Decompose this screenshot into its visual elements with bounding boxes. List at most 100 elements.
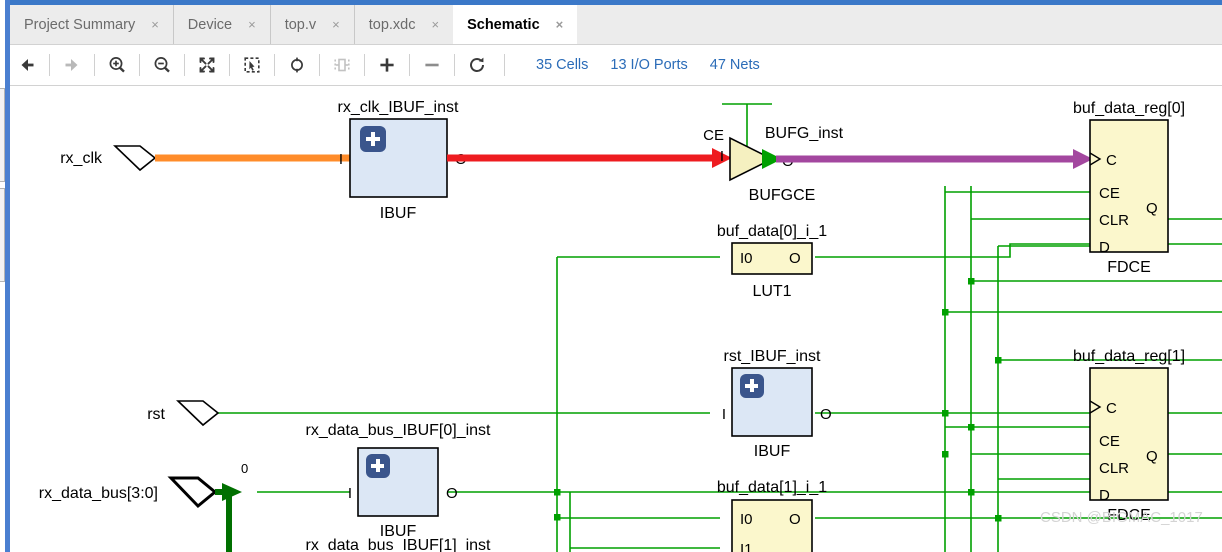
- pin-label-i0: I0: [740, 511, 753, 528]
- port-arrow-rx-clk: [113, 145, 157, 172]
- cell-type-label: IBUF: [754, 443, 791, 460]
- cell-buf-data-0-i-1[interactable]: buf_data[0]_i_1 I0 O LUT1: [717, 223, 827, 300]
- toolbar-separator: [319, 54, 320, 76]
- zoom-out-icon: [154, 57, 170, 73]
- toolbar-separator: [364, 54, 365, 76]
- pin-label-clr: CLR: [1099, 460, 1129, 477]
- toolbar-separator: [409, 54, 410, 76]
- watermark: CSDN @BIGMAC_1017: [1040, 509, 1203, 526]
- tab-label: Project Summary: [24, 17, 136, 33]
- tab-top-v[interactable]: top.v ×: [269, 5, 354, 45]
- tab-device[interactable]: Device ×: [172, 5, 270, 45]
- pin-label-o: O: [789, 511, 801, 528]
- arrow-right-icon: [65, 59, 78, 71]
- crosshair-icon: [291, 57, 303, 73]
- tab-project-summary[interactable]: Project Summary ×: [10, 5, 173, 45]
- pin-label-d: D: [1099, 487, 1110, 504]
- zoom-area-icon: [244, 57, 260, 73]
- plus-icon: [371, 132, 375, 146]
- collapse-cone-button[interactable]: [415, 48, 449, 82]
- cell-inst-label: rx_data_bus_IBUF[1]_inst: [306, 537, 492, 552]
- net-junction: [942, 309, 949, 316]
- tab-label: top.xdc: [368, 17, 416, 33]
- port-arrow-rx-data-bus: [167, 476, 218, 509]
- toolbar-separator: [139, 54, 140, 76]
- net-junction: [995, 515, 1002, 522]
- toolbar-separator: [274, 54, 275, 76]
- plus-icon: [750, 379, 754, 392]
- zoom-out-button[interactable]: [145, 48, 179, 82]
- port-label-rst: rst: [147, 406, 165, 423]
- tab-top-xdc[interactable]: top.xdc ×: [353, 5, 454, 45]
- close-icon[interactable]: ×: [151, 17, 173, 34]
- cell-rst-ibuf-inst[interactable]: rst_IBUF_inst I O IBUF: [722, 348, 832, 460]
- toolbar-separator: [504, 54, 505, 76]
- port-rx-clk-group[interactable]: rx_clk: [60, 145, 157, 172]
- pin-label-ce: CE: [1099, 185, 1120, 202]
- close-icon[interactable]: ×: [432, 17, 454, 34]
- close-icon[interactable]: ×: [332, 17, 354, 34]
- net-junction: [554, 489, 561, 496]
- nets-count[interactable]: 47 Nets: [710, 57, 760, 73]
- toolbar-separator: [454, 54, 455, 76]
- io-ports-count[interactable]: 13 I/O Ports: [610, 57, 687, 73]
- cell-inst-label: buf_data_reg[1]: [1073, 348, 1185, 365]
- zoom-in-button[interactable]: [100, 48, 134, 82]
- schematic-window: Project Summary × Device × top.v × top.x…: [0, 0, 1222, 552]
- toolbar-separator: [184, 54, 185, 76]
- net-junction: [942, 451, 949, 458]
- cell-type-label: LUT1: [752, 283, 791, 300]
- tab-schematic[interactable]: Schematic ×: [453, 5, 578, 45]
- cell-buf-data-reg-0[interactable]: buf_data_reg[0] C CE CLR D Q FDCE: [1073, 100, 1185, 276]
- net-global-clock[interactable]: [776, 149, 1093, 169]
- cell-type-label: FDCE: [1107, 259, 1151, 276]
- autofit-selection-button[interactable]: [325, 48, 359, 82]
- cell-inst-label: buf_data_reg[0]: [1073, 100, 1185, 117]
- cell-buf-data-1-i-1[interactable]: buf_data[1]_i_1 I0 I1 O: [717, 479, 827, 552]
- pin-label-o: O: [446, 485, 458, 502]
- close-icon[interactable]: ×: [248, 17, 270, 34]
- zoom-area-button[interactable]: [235, 48, 269, 82]
- pin-label-o: O: [820, 406, 832, 423]
- net-rx-data-bus[interactable]: 0: [215, 461, 248, 552]
- toolbar-separator: [229, 54, 230, 76]
- tab-label: top.v: [284, 17, 317, 33]
- zoom-fit-button[interactable]: [190, 48, 224, 82]
- port-rx-data-bus-group[interactable]: rx_data_bus[3:0]: [39, 476, 218, 509]
- port-label-rx-data-bus: rx_data_bus[3:0]: [39, 485, 158, 502]
- cell-inst-label: rx_clk_IBUF_inst: [338, 99, 459, 116]
- expand-cone-button[interactable]: [370, 48, 404, 82]
- cell-bufg-inst[interactable]: BUFG_inst CE I O BUFGCE: [703, 125, 844, 204]
- pin-label-i: I: [720, 148, 724, 165]
- net-junction: [968, 278, 975, 285]
- fit-selection-icon: [334, 58, 350, 72]
- back-button[interactable]: [10, 48, 44, 82]
- pin-label-q: Q: [1146, 200, 1158, 217]
- minus-icon: [425, 63, 439, 67]
- cells-count[interactable]: 35 Cells: [536, 57, 588, 73]
- center-selection-button[interactable]: [280, 48, 314, 82]
- net-rx-clk-ibuf-out[interactable]: [447, 148, 732, 168]
- cell-buf-data-reg-1[interactable]: buf_data_reg[1] C CE CLR D Q FDCE: [1073, 348, 1185, 524]
- cell-type-label: IBUF: [380, 205, 417, 222]
- refresh-icon: [470, 57, 484, 72]
- pin-label-clr: CLR: [1099, 212, 1129, 229]
- cell-rx-data-bus-ibuf-0-inst[interactable]: rx_data_bus_IBUF[0]_inst I O IBUF: [306, 422, 492, 540]
- pin-label-ce: CE: [1099, 433, 1120, 450]
- cell-inst-label: buf_data[0]_i_1: [717, 223, 827, 240]
- cell-inst-label: BUFG_inst: [765, 125, 844, 142]
- close-icon[interactable]: ×: [556, 17, 578, 34]
- pin-label-i1: I1: [740, 541, 753, 552]
- net-junction: [968, 489, 975, 496]
- pin-label-c: C: [1106, 152, 1117, 169]
- tab-list: Project Summary × Device × top.v × top.x…: [10, 5, 578, 45]
- regenerate-button[interactable]: [460, 48, 494, 82]
- schematic-canvas[interactable]: rx_clk rx_clk_IBUF_inst I O IBUF BUFG_in…: [10, 86, 1222, 552]
- cell-inst-label: rx_data_bus_IBUF[0]_inst: [306, 422, 492, 439]
- arrow-left-icon: [21, 59, 34, 71]
- cell-rx-data-bus-ibuf-1-inst[interactable]: rx_data_bus_IBUF[1]_inst: [306, 537, 492, 552]
- toolbar-separator: [49, 54, 50, 76]
- forward-button[interactable]: [55, 48, 89, 82]
- pin-label-i: I: [348, 485, 352, 502]
- port-rst-group[interactable]: rst: [147, 400, 220, 427]
